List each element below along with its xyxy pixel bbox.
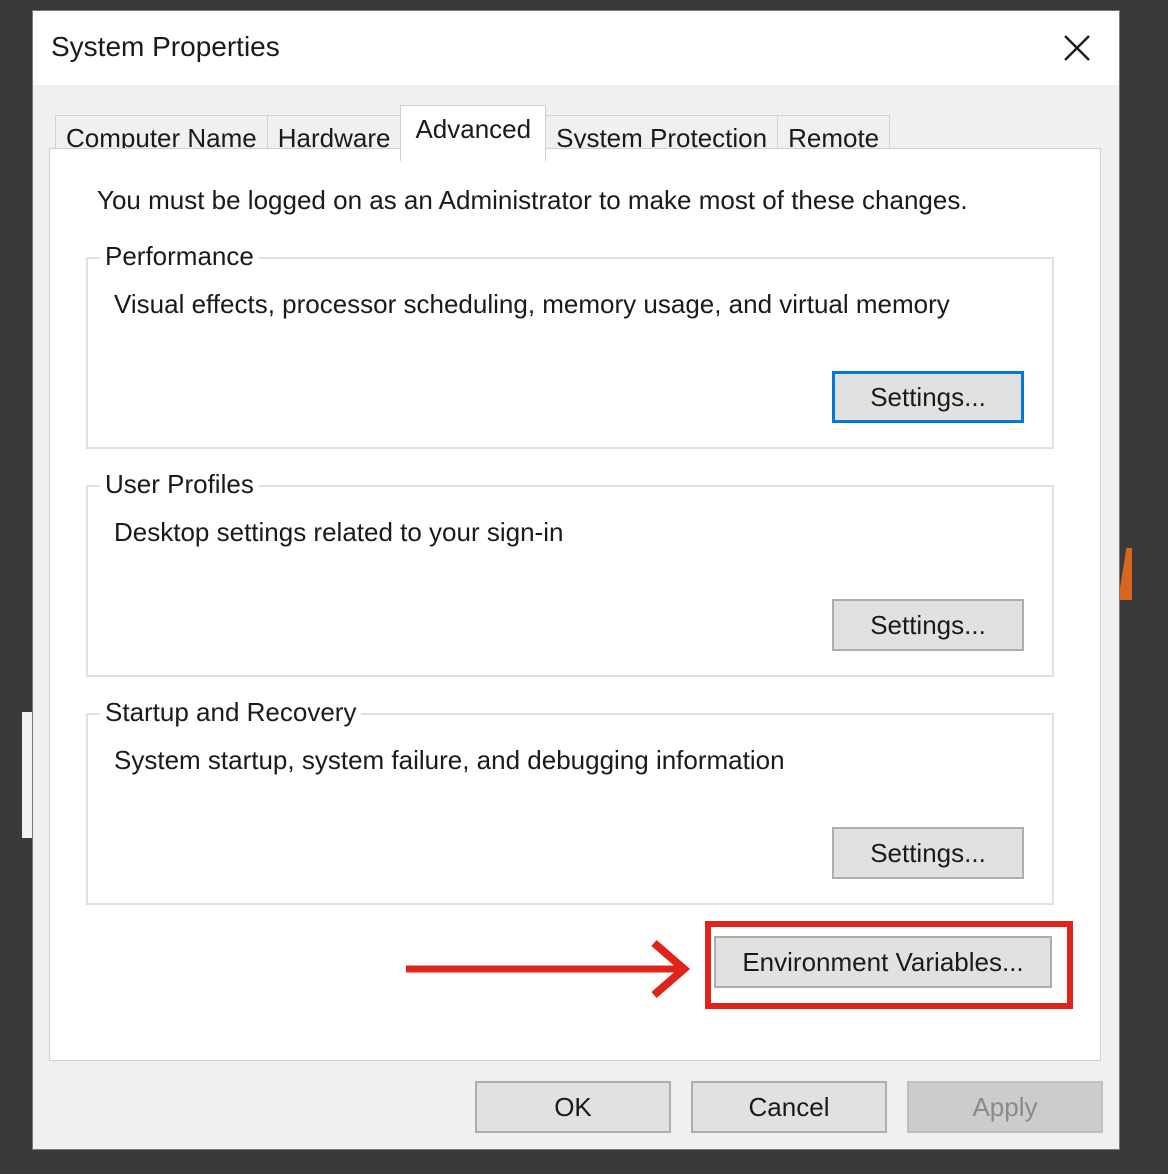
- performance-group-label: Performance: [100, 241, 259, 272]
- performance-settings-button[interactable]: Settings...: [832, 371, 1024, 423]
- backdrop-window-edge: [22, 712, 32, 838]
- tab-advanced[interactable]: Advanced: [400, 105, 547, 161]
- environment-variables-button[interactable]: Environment Variables...: [714, 936, 1052, 988]
- admin-note: You must be logged on as an Administrato…: [97, 185, 968, 215]
- close-button[interactable]: [1035, 11, 1119, 85]
- startup-recovery-description: System startup, system failure, and debu…: [114, 745, 785, 775]
- backdrop-accent: [1118, 548, 1132, 600]
- performance-description: Visual effects, processor scheduling, me…: [114, 289, 950, 319]
- title-bar: System Properties: [33, 11, 1119, 85]
- startup-recovery-settings-button[interactable]: Settings...: [832, 827, 1024, 879]
- user-profiles-group: User Profiles Desktop settings related t…: [86, 469, 1054, 677]
- performance-group: Performance Visual effects, processor sc…: [86, 241, 1054, 449]
- system-properties-dialog: System Properties Computer Name Hardware…: [32, 10, 1120, 1150]
- startup-recovery-group-label: Startup and Recovery: [100, 697, 362, 728]
- startup-recovery-group: Startup and Recovery System startup, sys…: [86, 697, 1054, 905]
- user-profiles-group-label: User Profiles: [100, 469, 259, 500]
- user-profiles-settings-button[interactable]: Settings...: [832, 599, 1024, 651]
- close-icon: [1064, 35, 1090, 61]
- advanced-tab-panel: You must be logged on as an Administrato…: [49, 148, 1101, 1061]
- cancel-button[interactable]: Cancel: [691, 1081, 887, 1133]
- arrow-annotation-icon: [406, 939, 691, 999]
- ok-button[interactable]: OK: [475, 1081, 671, 1133]
- apply-button: Apply: [907, 1081, 1103, 1133]
- window-title: System Properties: [51, 31, 280, 62]
- user-profiles-description: Desktop settings related to your sign-in: [114, 517, 564, 547]
